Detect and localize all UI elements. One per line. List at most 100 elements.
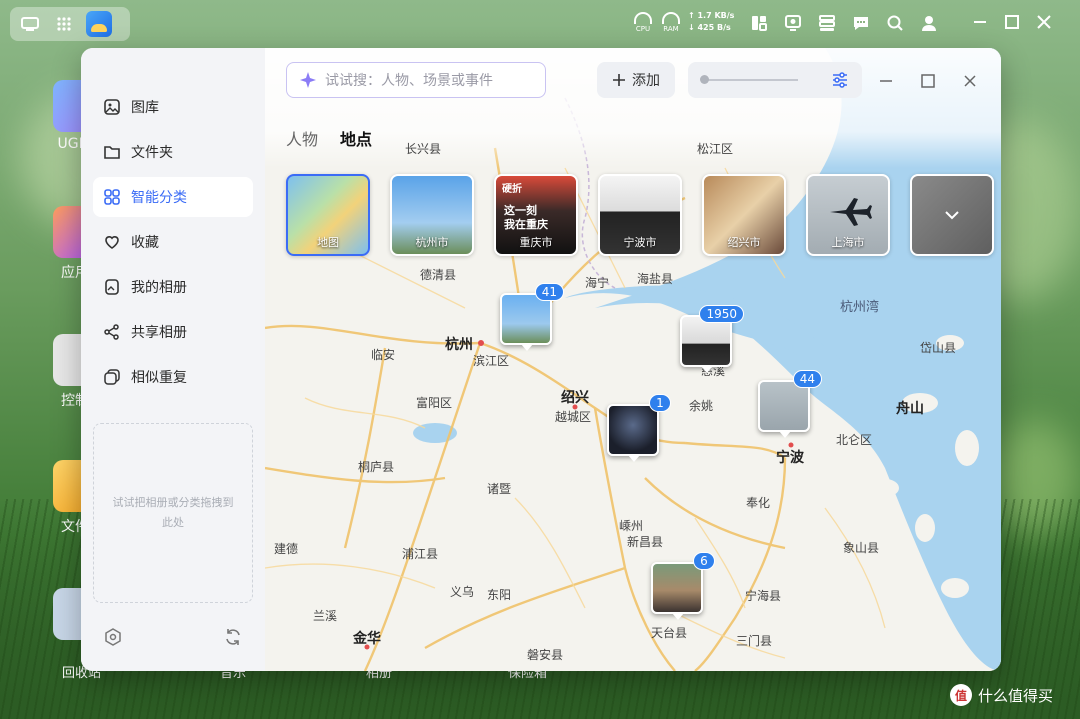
map-label: 义乌 [450,585,475,599]
map-label: 海宁 [585,276,610,290]
map-pin-tiantai[interactable]: 6 [651,552,715,620]
ram-label: RAM [663,24,679,33]
album-dropzone[interactable]: 试试把相册或分类拖拽到此处 [93,423,253,603]
maximize-icon[interactable] [1004,14,1020,34]
pin-count-badge: 1 [649,394,671,412]
sidebar-item-label: 文件夹 [131,145,173,161]
search-input[interactable]: 试试搜：人物、场景或事件 [286,62,546,98]
map-label: 长兴县 [405,142,442,156]
main-content: 长兴县 松江区 德清县 海宁 海盐县 杭州湾 临安 杭州 滨江区 绍兴 越城区 … [265,48,1001,671]
place-thumbnails: 地图 杭州市 硬折 这一刻 我在重庆 重庆市 宁波市 绍兴市 上海市 [286,174,994,256]
map-label: 宁波 [776,450,804,466]
sidebar-footer [103,627,243,651]
sidebar-item-smart-category[interactable]: 智能分类 [93,177,253,217]
widgets-icon[interactable] [748,12,770,34]
map-pin-cixi[interactable]: 1950 [680,305,744,373]
map-label: 东阳 [487,588,512,602]
map-label: 宁海县 [745,589,782,603]
map-label: 海盐县 [637,272,674,286]
zoom-slider-knob[interactable] [700,75,709,84]
chongqing-overlay-text: 这一刻 我在重庆 [504,204,548,231]
filter-icon[interactable] [830,70,850,94]
place-thumb-shaoxing[interactable]: 绍兴市 [702,174,786,256]
sidebar-item-gallery[interactable]: 图库 [93,87,253,127]
category-tabs: 人物 地点 [286,126,372,150]
sidebar-item-folder[interactable]: 文件夹 [93,132,253,172]
sidebar-item-label: 相似重复 [131,370,187,386]
server-icon[interactable] [816,12,838,34]
add-button[interactable]: 添加 [597,62,675,98]
map-label: 德清县 [420,268,457,282]
map-pin-shaoxing[interactable]: 1 [607,394,671,462]
zoom-slider[interactable] [702,79,798,81]
search-icon[interactable] [884,12,906,34]
close-icon[interactable] [1036,14,1052,34]
place-thumbs-expand[interactable] [910,174,994,256]
sidebar-item-label: 收藏 [131,235,159,251]
window-maximize-icon[interactable] [917,70,939,92]
place-thumb-map[interactable]: 地图 [286,174,370,256]
map-label: 松江区 [697,142,734,156]
chevron-down-icon [945,211,959,220]
map-label: 岱山县 [920,341,957,355]
place-thumb-ningbo[interactable]: 宁波市 [598,174,682,256]
desktop-window-controls [972,14,1052,34]
monitor-icon[interactable] [782,12,804,34]
folder-icon [104,146,120,159]
sidebar-item-duplicates[interactable]: 相似重复 [93,357,253,397]
message-icon[interactable] [850,12,872,34]
place-thumb-label: 地图 [317,236,339,249]
search-placeholder: 试试搜：人物、场景或事件 [325,73,493,89]
chongqing-sign-text: 硬折 [502,184,522,195]
system-tray [748,12,940,34]
refresh-icon[interactable] [223,627,243,651]
map-label: 奉化 [746,496,771,510]
sidebar-item-favorites[interactable]: 收藏 [93,222,253,262]
app-grid-button[interactable] [52,12,76,36]
sidebar: 图库 文件夹 智能分类 收藏 我的相册 共享相册 相似重复 试试把相册或分类拖拽… [81,48,265,671]
place-thumb-shanghai[interactable]: 上海市 [806,174,890,256]
window-close-icon[interactable] [959,70,981,92]
net-down: ↓ 425 B/s [688,23,731,32]
map-label: 象山县 [843,541,880,555]
map-label: 嵊州 [619,519,644,533]
photos-window: 图库 文件夹 智能分类 收藏 我的相册 共享相册 相似重复 试试把相册或分类拖拽… [81,48,1001,671]
map-label: 越城区 [555,410,592,424]
sparkle-icon [300,72,316,88]
map-label: 诸暨 [487,482,512,496]
photos-app-icon[interactable] [86,11,112,37]
map-label: 建德 [274,542,299,556]
tab-places[interactable]: 地点 [340,126,372,150]
map-label: 浦江县 [402,547,439,561]
system-monitor[interactable]: CPU RAM ↑ 1.7 KB/s ↓ 425 B/s [632,10,734,34]
minimize-icon[interactable] [972,14,988,34]
window-minimize-icon[interactable] [875,70,897,92]
tab-people[interactable]: 人物 [286,126,318,150]
sidebar-item-label: 图库 [131,100,159,116]
map-label: 桐庐县 [358,460,395,474]
map-label: 临安 [371,348,396,362]
desktop-button[interactable] [18,12,42,36]
heart-icon [105,236,119,249]
add-button-label: 添加 [632,73,660,89]
watermark: 值 什么值得买 [950,684,1053,706]
place-thumb-label: 绍兴市 [727,236,761,249]
user-icon[interactable] [918,12,940,34]
sidebar-item-my-albums[interactable]: 我的相册 [93,267,253,307]
place-thumb-chongqing[interactable]: 硬折 这一刻 我在重庆 重庆市 [494,174,578,256]
plus-icon [613,74,625,86]
sidebar-item-label: 共享相册 [131,325,187,341]
place-thumb-label: 杭州市 [415,236,449,249]
map-label: 磐安县 [527,648,564,662]
duplicate-icon [104,369,120,385]
place-thumb-hangzhou[interactable]: 杭州市 [390,174,474,256]
share-icon [104,324,119,340]
map-pin-hangzhou[interactable]: 41 [500,283,564,351]
map-pin-ningbo[interactable]: 44 [758,370,822,438]
map-label: 金华 [353,631,381,647]
sidebar-item-shared-albums[interactable]: 共享相册 [93,312,253,352]
settings-icon[interactable] [103,627,123,651]
pin-count-badge: 6 [693,552,715,570]
map-label: 杭州 [445,337,473,353]
network-speed: ↑ 1.7 KB/s ↓ 425 B/s [688,10,734,34]
